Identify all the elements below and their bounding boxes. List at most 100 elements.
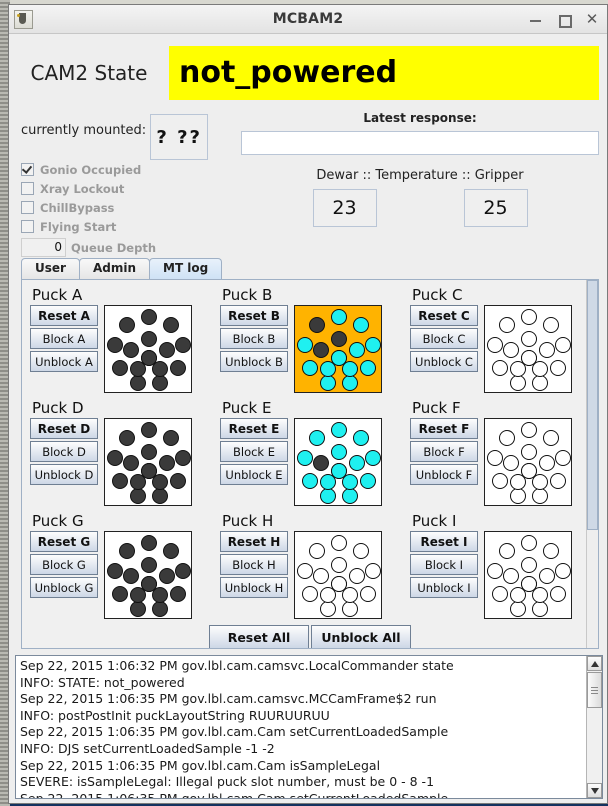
puck-slot[interactable] bbox=[492, 360, 508, 376]
reset-all-button[interactable]: Reset All bbox=[209, 625, 309, 648]
puck-slot[interactable] bbox=[521, 463, 537, 479]
puck-slot[interactable] bbox=[521, 422, 537, 438]
puck-slot[interactable] bbox=[543, 317, 559, 333]
puck-slot-map[interactable] bbox=[294, 305, 382, 393]
puck-slot[interactable] bbox=[331, 422, 347, 438]
puck-slot[interactable] bbox=[353, 317, 369, 333]
scroll-up-arrow-icon[interactable] bbox=[587, 656, 602, 671]
reset-puck-button[interactable]: Reset I bbox=[410, 531, 478, 552]
puck-slot[interactable] bbox=[130, 488, 146, 504]
puck-slot[interactable] bbox=[130, 375, 146, 391]
close-button[interactable]: ✕ bbox=[585, 12, 599, 27]
puck-slot[interactable] bbox=[112, 360, 128, 376]
checkbox-box-chillbypass[interactable] bbox=[21, 201, 34, 214]
puck-slot[interactable] bbox=[320, 375, 336, 391]
minimize-button[interactable] bbox=[529, 12, 543, 26]
block-puck-button[interactable]: Block D bbox=[30, 441, 98, 462]
puck-slot[interactable] bbox=[119, 317, 135, 333]
puck-slot[interactable] bbox=[309, 543, 325, 559]
puck-slot[interactable] bbox=[331, 535, 347, 551]
unblock-puck-button[interactable]: Unblock C bbox=[410, 351, 478, 372]
puck-slot[interactable] bbox=[331, 463, 347, 479]
reset-puck-button[interactable]: Reset D bbox=[30, 418, 98, 439]
puck-slot[interactable] bbox=[499, 543, 515, 559]
unblock-puck-button[interactable]: Unblock F bbox=[410, 464, 478, 485]
puck-slot[interactable] bbox=[532, 375, 548, 391]
log-scrollbar-thumb[interactable] bbox=[587, 672, 602, 708]
puck-slot[interactable] bbox=[152, 488, 168, 504]
puck-slot-map[interactable] bbox=[104, 418, 192, 506]
puck-slot[interactable] bbox=[521, 331, 537, 347]
puck-slot[interactable] bbox=[487, 450, 503, 466]
puck-slot[interactable] bbox=[521, 309, 537, 325]
puck-slot[interactable] bbox=[521, 557, 537, 573]
puck-slot[interactable] bbox=[163, 543, 179, 559]
puck-slot[interactable] bbox=[175, 337, 191, 353]
block-puck-button[interactable]: Block G bbox=[30, 554, 98, 575]
puck-slot-map[interactable] bbox=[294, 531, 382, 619]
puck-slot[interactable] bbox=[297, 337, 313, 353]
puck-slot[interactable] bbox=[539, 455, 555, 471]
puck-slot[interactable] bbox=[555, 450, 571, 466]
puck-slot[interactable] bbox=[353, 430, 369, 446]
puck-slot[interactable] bbox=[297, 450, 313, 466]
puck-slot[interactable] bbox=[152, 601, 168, 617]
block-puck-button[interactable]: Block A bbox=[30, 328, 98, 349]
puck-panel-scrollbar-thumb[interactable] bbox=[587, 280, 598, 530]
checkbox-xray-lockout[interactable]: Xray Lockout bbox=[9, 179, 241, 198]
log-text[interactable]: Sep 22, 2015 1:06:32 PM gov.lbl.cam.cams… bbox=[16, 656, 586, 798]
unblock-puck-button[interactable]: Unblock A bbox=[30, 351, 98, 372]
puck-slot[interactable] bbox=[365, 563, 381, 579]
checkbox-box-xray-lockout[interactable] bbox=[21, 182, 34, 195]
unblock-puck-button[interactable]: Unblock D bbox=[30, 464, 98, 485]
puck-slot[interactable] bbox=[360, 586, 376, 602]
puck-slot[interactable] bbox=[349, 342, 365, 358]
puck-slot[interactable] bbox=[112, 586, 128, 602]
unblock-puck-button[interactable]: Unblock H bbox=[220, 577, 288, 598]
queue-depth-field[interactable]: 0 bbox=[21, 238, 66, 257]
block-puck-button[interactable]: Block B bbox=[220, 328, 288, 349]
puck-slot-map[interactable] bbox=[294, 418, 382, 506]
puck-slot[interactable] bbox=[119, 543, 135, 559]
puck-slot[interactable] bbox=[521, 444, 537, 460]
puck-slot[interactable] bbox=[107, 337, 123, 353]
unblock-puck-button[interactable]: Unblock I bbox=[410, 577, 478, 598]
reset-puck-button[interactable]: Reset H bbox=[220, 531, 288, 552]
puck-slot[interactable] bbox=[555, 563, 571, 579]
puck-slot[interactable] bbox=[170, 473, 186, 489]
puck-slot[interactable] bbox=[331, 309, 347, 325]
block-puck-button[interactable]: Block E bbox=[220, 441, 288, 462]
puck-slot[interactable] bbox=[543, 430, 559, 446]
puck-panel-scrollbar[interactable] bbox=[586, 280, 598, 648]
puck-slot[interactable] bbox=[107, 450, 123, 466]
puck-slot[interactable] bbox=[487, 337, 503, 353]
puck-slot[interactable] bbox=[159, 455, 175, 471]
puck-slot[interactable] bbox=[499, 430, 515, 446]
unblock-puck-button[interactable]: Unblock B bbox=[220, 351, 288, 372]
puck-slot[interactable] bbox=[499, 317, 515, 333]
puck-slot[interactable] bbox=[141, 557, 157, 573]
block-puck-button[interactable]: Block I bbox=[410, 554, 478, 575]
puck-slot[interactable] bbox=[141, 444, 157, 460]
puck-slot[interactable] bbox=[309, 317, 325, 333]
checkbox-box-gonio-occupied[interactable] bbox=[21, 163, 34, 176]
puck-slot-map[interactable] bbox=[484, 418, 572, 506]
puck-slot[interactable] bbox=[550, 360, 566, 376]
checkbox-gonio-occupied[interactable]: Gonio Occupied bbox=[9, 160, 241, 179]
reset-puck-button[interactable]: Reset G bbox=[30, 531, 98, 552]
puck-slot[interactable] bbox=[297, 563, 313, 579]
puck-slot[interactable] bbox=[123, 455, 139, 471]
puck-slot[interactable] bbox=[320, 488, 336, 504]
puck-slot[interactable] bbox=[503, 342, 519, 358]
puck-slot[interactable] bbox=[331, 350, 347, 366]
window-titlebar[interactable]: MCBAM2 ✕ bbox=[9, 5, 607, 34]
puck-slot[interactable] bbox=[119, 430, 135, 446]
puck-slot-map[interactable] bbox=[484, 531, 572, 619]
unblock-puck-button[interactable]: Unblock G bbox=[30, 577, 98, 598]
latest-response-input[interactable] bbox=[241, 131, 599, 155]
puck-slot[interactable] bbox=[360, 473, 376, 489]
puck-slot[interactable] bbox=[555, 337, 571, 353]
reset-puck-button[interactable]: Reset E bbox=[220, 418, 288, 439]
checkbox-chillbypass[interactable]: ChillBypass bbox=[9, 198, 241, 217]
log-scrollbar[interactable] bbox=[586, 656, 602, 798]
